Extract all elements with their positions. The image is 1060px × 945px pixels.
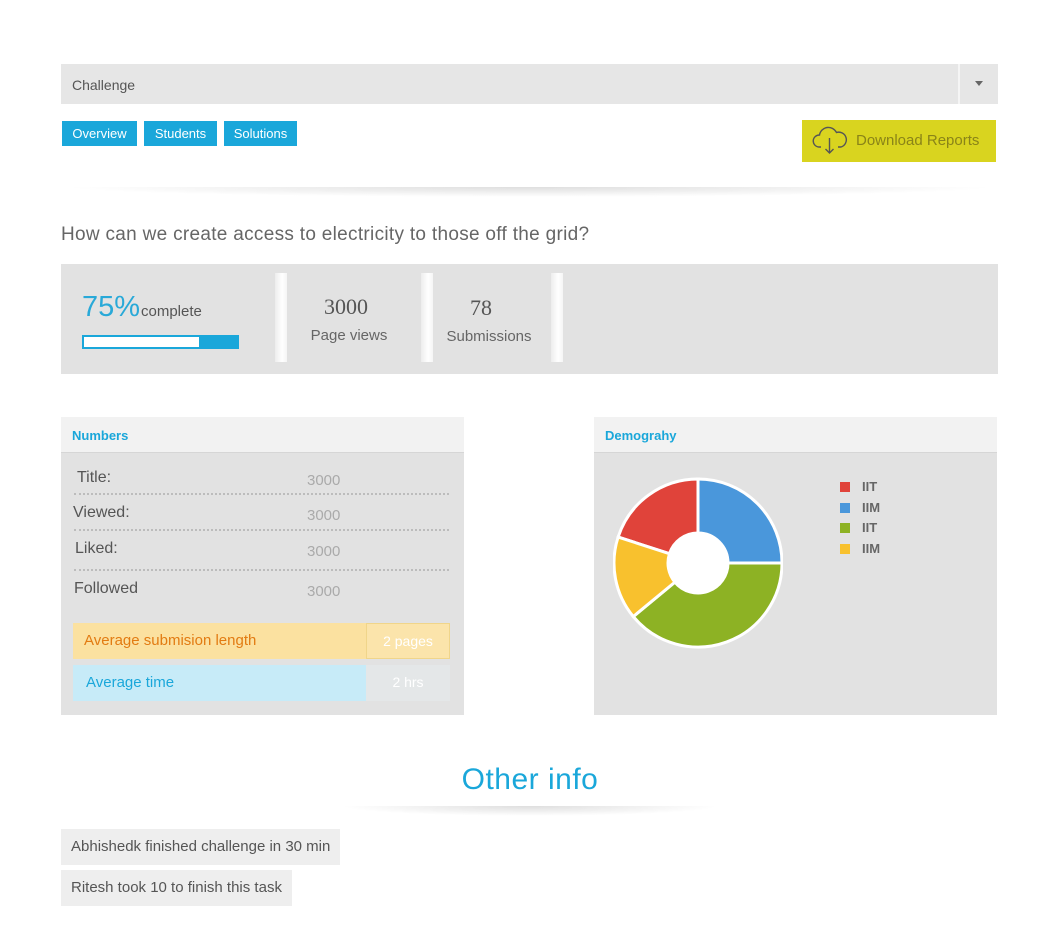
select-divider [958, 64, 960, 104]
activity-item: Ritesh took 10 to finish this task [61, 870, 292, 906]
avg-length-value: 2 pages [366, 623, 450, 659]
legend-label-iim: IIM [862, 500, 881, 515]
dotted-divider [74, 529, 449, 531]
avg-time-value: 2 hrs [366, 665, 450, 701]
download-reports-label: Download Reports [856, 132, 980, 149]
avg-length-label-box: Average submision length [73, 623, 366, 659]
legend-label-iit: IIT [862, 479, 878, 494]
stats-bar: 75% complete 3000 Page views 78 Submissi… [61, 264, 998, 374]
row-liked-label: Liked: [75, 540, 118, 557]
row-liked-value: 3000 [307, 543, 341, 560]
legend-label-iit-2: IIT [862, 520, 878, 535]
avg-length-label: Average submision length [84, 632, 257, 649]
tab-students[interactable]: Students [144, 121, 217, 146]
demography-panel-header: Demograhy [594, 417, 997, 453]
legend-swatch-iit [840, 482, 850, 492]
legend-swatch-iim-2 [840, 544, 850, 554]
challenge-select[interactable]: Challenge [61, 64, 998, 104]
tab-solutions[interactable]: Solutions [224, 121, 297, 146]
row-title-value: 3000 [307, 472, 341, 489]
row-title-label: Title: [77, 469, 112, 486]
cloud-download-icon [812, 126, 847, 154]
avg-time: Average time 2 hrs [73, 665, 450, 701]
activity-item: Abhishedk finished challenge in 30 min [61, 829, 341, 865]
row-followed-label: Followed [74, 580, 139, 597]
dotted-divider [74, 569, 449, 571]
demography-panel: Demograhy IIT IIM IIT IIM [594, 417, 997, 715]
submissions-label: Submissions [446, 328, 532, 345]
row-viewed-value: 3000 [307, 507, 341, 524]
page-views-count: 3000 [324, 294, 368, 319]
row-followed-value: 3000 [307, 583, 341, 600]
challenge-select-value: Challenge [72, 77, 136, 93]
stats-divider [551, 273, 563, 362]
challenge-question: How can we create access to electricity … [61, 224, 590, 245]
completion-percent: 75% [82, 291, 141, 323]
section-divider [61, 187, 998, 197]
avg-submission-length: Average submision length 2 pages [73, 623, 450, 659]
download-reports-button[interactable]: Download Reports [802, 120, 996, 162]
tab-overview[interactable]: Overview [62, 121, 137, 146]
other-info-divider [340, 806, 720, 816]
legend-swatch-iim [840, 503, 850, 513]
progress-bar-track [84, 337, 199, 347]
numbers-panel: Numbers Title: 3000 Viewed: 3000 Liked: … [61, 417, 464, 715]
avg-time-label-box: Average time [73, 665, 366, 701]
page-views-label: Page views [310, 327, 388, 344]
submissions-count: 78 [470, 295, 492, 320]
stats-divider [275, 273, 287, 362]
chevron-down-icon[interactable] [975, 81, 983, 86]
dotted-divider [74, 493, 449, 495]
numbers-panel-title: Numbers [72, 428, 129, 443]
numbers-panel-header: Numbers [61, 417, 464, 453]
other-info-title: Other info [461, 763, 599, 796]
legend-swatch-iit-2 [840, 523, 850, 533]
legend-label-iim-2: IIM [862, 541, 881, 556]
row-viewed-label: Viewed: [73, 504, 130, 521]
stats-divider [421, 273, 433, 362]
completion-label: complete [141, 303, 202, 320]
donut-hole [668, 533, 728, 593]
demography-panel-title: Demograhy [605, 428, 677, 443]
demography-donut-chart [613, 477, 783, 649]
avg-time-label: Average time [86, 674, 175, 691]
progress-bar [82, 335, 239, 349]
